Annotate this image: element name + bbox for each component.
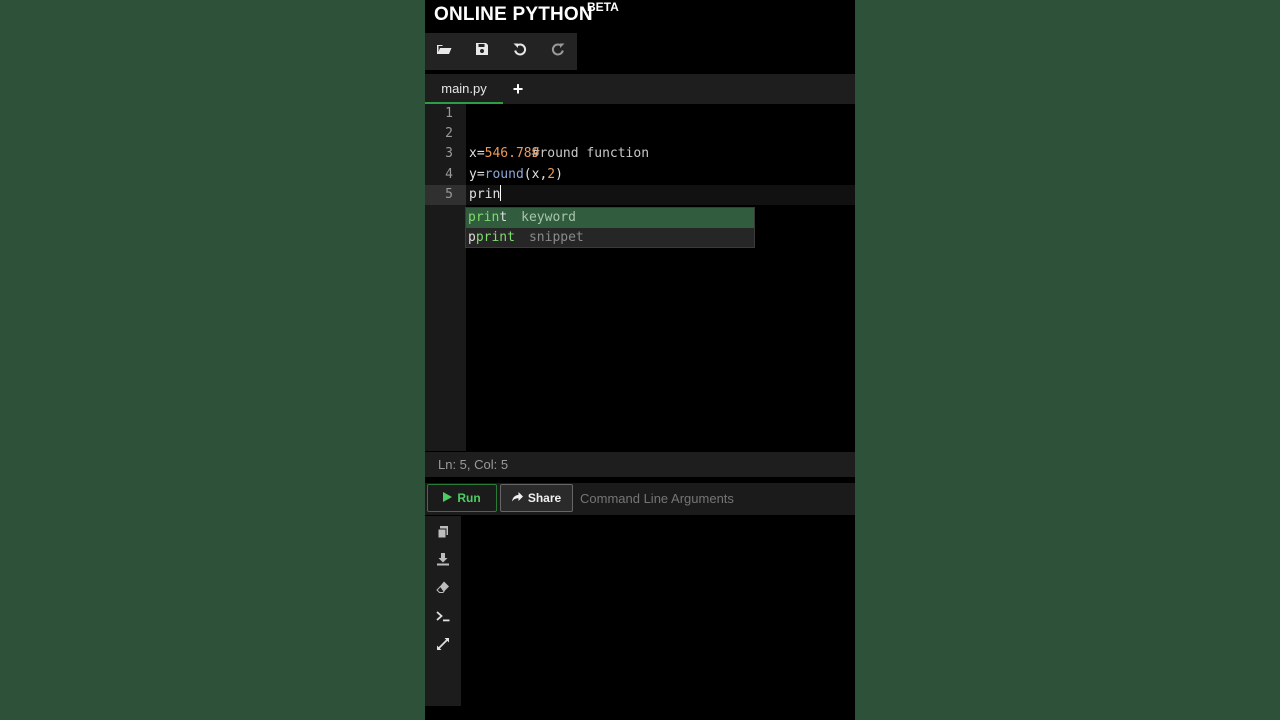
output-console[interactable]	[425, 516, 855, 706]
code-line-3: x=546.789	[469, 144, 539, 164]
online-python-app: ONLINE PYTHON BETA main.py + 1 2 3 4 5 #…	[425, 0, 855, 720]
console-sidebar	[425, 516, 461, 706]
folder-open-icon	[436, 41, 452, 62]
add-file-button[interactable]: +	[507, 74, 529, 104]
redo-button[interactable]	[539, 33, 577, 70]
code-token: (x,	[523, 167, 548, 182]
eraser-icon	[436, 580, 450, 599]
clear-output-button[interactable]	[433, 579, 453, 599]
number-token: 2	[547, 167, 556, 182]
line-numbers: 1 2 3 4 5	[425, 104, 466, 451]
copy-icon	[436, 525, 450, 544]
autocomplete-prefix: p	[468, 230, 476, 245]
text-cursor	[500, 185, 502, 201]
line-number: 1	[445, 106, 453, 121]
code-token: )	[555, 167, 563, 182]
code-editor[interactable]: 1 2 3 4 5 #round function x=546.789 y=ro…	[425, 104, 855, 451]
bottom-edge	[425, 706, 855, 720]
app-title: ONLINE PYTHON	[434, 4, 593, 25]
share-label: Share	[527, 491, 562, 505]
line-number: 3	[445, 146, 453, 161]
terminal-icon	[436, 609, 450, 628]
cursor-position-status: Ln: 5, Col: 5	[425, 452, 855, 477]
line-number: 2	[445, 126, 453, 141]
open-file-button[interactable]	[425, 33, 463, 70]
terminal-button[interactable]	[433, 608, 453, 628]
download-icon	[436, 552, 450, 571]
download-output-button[interactable]	[433, 551, 453, 571]
line-number: 4	[445, 167, 453, 182]
file-toolbar	[425, 33, 577, 70]
code-line-4: y=round(x,2)	[469, 165, 563, 185]
autocomplete-match: prin	[468, 210, 500, 225]
code-token: x=	[469, 146, 485, 161]
number-token: 546.789	[484, 146, 540, 161]
title-bar: ONLINE PYTHON BETA	[425, 0, 855, 30]
code-line-2: #round function	[469, 124, 649, 161]
autocomplete-rest: t	[499, 210, 508, 225]
beta-badge: BETA	[587, 0, 619, 14]
autocomplete-popup: print keyword pprint snippet	[465, 207, 755, 248]
autocomplete-kind: keyword	[521, 210, 576, 225]
line-number: 5	[445, 187, 453, 202]
file-tabs: main.py +	[425, 74, 855, 104]
play-icon	[443, 491, 453, 505]
function-token: round	[484, 167, 524, 182]
code-token: y=	[469, 167, 485, 182]
autocomplete-item-print[interactable]: print keyword	[466, 208, 754, 228]
redo-icon	[550, 41, 566, 62]
share-button[interactable]: Share	[500, 484, 573, 512]
autocomplete-match: print	[475, 230, 515, 245]
run-button[interactable]: Run	[427, 484, 497, 512]
run-label: Run	[457, 491, 481, 505]
share-icon	[511, 491, 523, 505]
command-line-arguments-input[interactable]	[576, 484, 855, 512]
save-file-button[interactable]	[463, 33, 501, 70]
run-bar: Run Share	[425, 483, 855, 515]
save-icon	[474, 41, 490, 62]
comment-token: #round function	[531, 146, 650, 161]
code-token: prin	[469, 187, 501, 202]
expand-console-button[interactable]	[433, 636, 453, 656]
copy-output-button[interactable]	[433, 524, 453, 544]
tab-main-py[interactable]: main.py	[425, 74, 503, 104]
autocomplete-item-pprint[interactable]: pprint snippet	[466, 228, 754, 248]
autocomplete-kind: snippet	[528, 230, 584, 245]
code-line-5: prin	[469, 185, 502, 205]
undo-button[interactable]	[501, 33, 539, 70]
expand-icon	[436, 637, 450, 656]
undo-icon	[512, 41, 528, 62]
